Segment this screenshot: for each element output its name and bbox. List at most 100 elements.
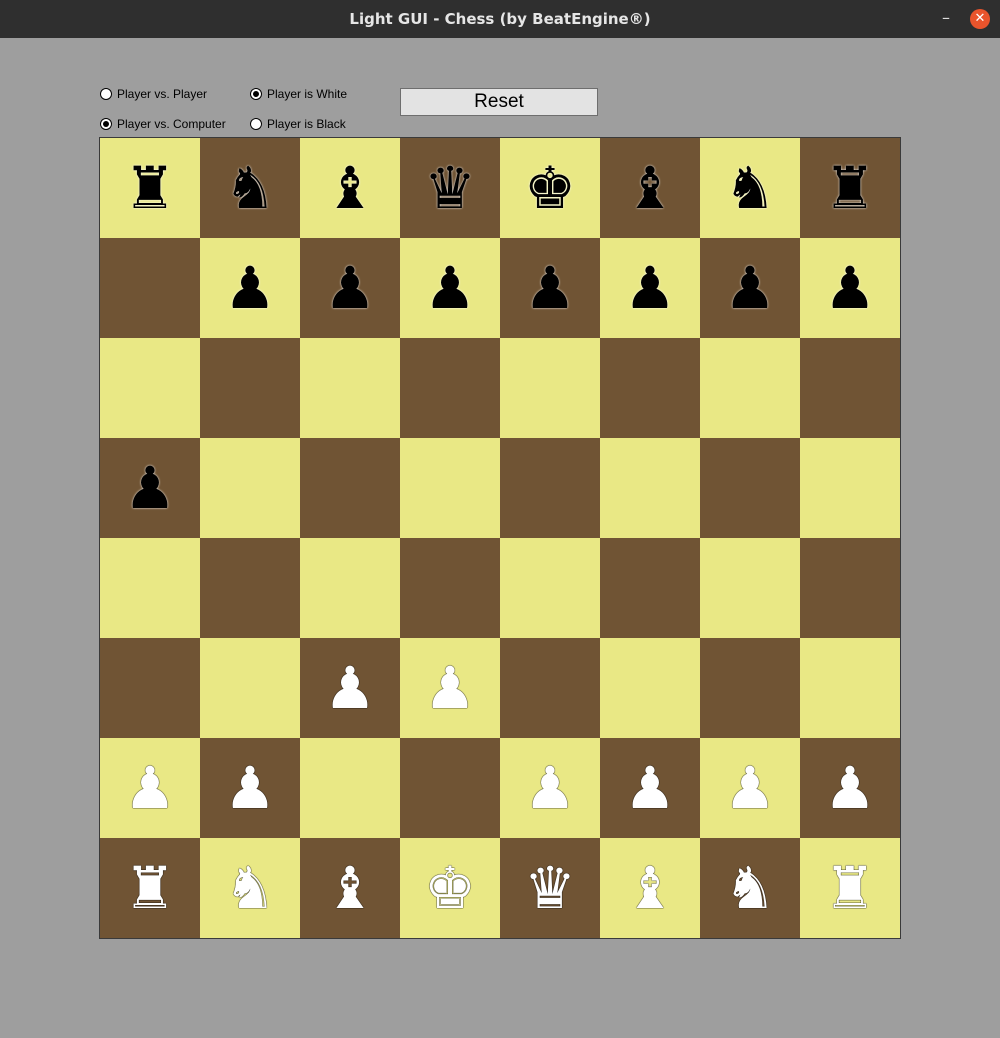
- minimize-icon[interactable]: –: [936, 9, 956, 29]
- white-pawn-icon[interactable]: ♟: [424, 659, 476, 717]
- square-b5[interactable]: [200, 438, 300, 538]
- square-h8[interactable]: ♜: [800, 138, 900, 238]
- square-f3[interactable]: [600, 638, 700, 738]
- square-e4[interactable]: [500, 538, 600, 638]
- white-bishop-icon[interactable]: ♝: [624, 859, 676, 917]
- black-pawn-icon[interactable]: ♟: [624, 259, 676, 317]
- square-b1[interactable]: ♞: [200, 838, 300, 938]
- square-b2[interactable]: ♟: [200, 738, 300, 838]
- square-c2[interactable]: [300, 738, 400, 838]
- square-b8[interactable]: ♞: [200, 138, 300, 238]
- square-e3[interactable]: [500, 638, 600, 738]
- square-h2[interactable]: ♟: [800, 738, 900, 838]
- square-d3[interactable]: ♟: [400, 638, 500, 738]
- square-h5[interactable]: [800, 438, 900, 538]
- black-bishop-icon[interactable]: ♝: [624, 159, 676, 217]
- square-c8[interactable]: ♝: [300, 138, 400, 238]
- white-pawn-icon[interactable]: ♟: [224, 759, 276, 817]
- square-d7[interactable]: ♟: [400, 238, 500, 338]
- square-f1[interactable]: ♝: [600, 838, 700, 938]
- square-d5[interactable]: [400, 438, 500, 538]
- white-king-icon[interactable]: ♚: [424, 859, 476, 917]
- square-a4[interactable]: [100, 538, 200, 638]
- square-e6[interactable]: [500, 338, 600, 438]
- square-g2[interactable]: ♟: [700, 738, 800, 838]
- square-h1[interactable]: ♜: [800, 838, 900, 938]
- square-g5[interactable]: [700, 438, 800, 538]
- square-e8[interactable]: ♚: [500, 138, 600, 238]
- square-a1[interactable]: ♜: [100, 838, 200, 938]
- black-pawn-icon[interactable]: ♟: [124, 459, 176, 517]
- radio-player-is-black[interactable]: Player is Black: [250, 117, 346, 131]
- square-h3[interactable]: [800, 638, 900, 738]
- square-f5[interactable]: [600, 438, 700, 538]
- square-d4[interactable]: [400, 538, 500, 638]
- square-b6[interactable]: [200, 338, 300, 438]
- white-pawn-icon[interactable]: ♟: [824, 759, 876, 817]
- square-e7[interactable]: ♟: [500, 238, 600, 338]
- square-g8[interactable]: ♞: [700, 138, 800, 238]
- radio-player-is-white[interactable]: Player is White: [250, 87, 347, 101]
- square-f6[interactable]: [600, 338, 700, 438]
- square-e5[interactable]: [500, 438, 600, 538]
- square-a8[interactable]: ♜: [100, 138, 200, 238]
- close-icon[interactable]: ✕: [970, 9, 990, 29]
- black-knight-icon[interactable]: ♞: [224, 159, 276, 217]
- black-queen-icon[interactable]: ♛: [424, 159, 476, 217]
- square-g1[interactable]: ♞: [700, 838, 800, 938]
- black-bishop-icon[interactable]: ♝: [324, 159, 376, 217]
- square-d2[interactable]: [400, 738, 500, 838]
- square-a6[interactable]: [100, 338, 200, 438]
- black-pawn-icon[interactable]: ♟: [224, 259, 276, 317]
- square-a2[interactable]: ♟: [100, 738, 200, 838]
- square-e1[interactable]: ♛: [500, 838, 600, 938]
- black-pawn-icon[interactable]: ♟: [524, 259, 576, 317]
- square-g4[interactable]: [700, 538, 800, 638]
- black-knight-icon[interactable]: ♞: [724, 159, 776, 217]
- square-a7[interactable]: [100, 238, 200, 338]
- black-pawn-icon[interactable]: ♟: [724, 259, 776, 317]
- square-c1[interactable]: ♝: [300, 838, 400, 938]
- square-h7[interactable]: ♟: [800, 238, 900, 338]
- square-h6[interactable]: [800, 338, 900, 438]
- square-g6[interactable]: [700, 338, 800, 438]
- square-c4[interactable]: [300, 538, 400, 638]
- white-rook-icon[interactable]: ♜: [824, 859, 876, 917]
- white-pawn-icon[interactable]: ♟: [524, 759, 576, 817]
- square-d8[interactable]: ♛: [400, 138, 500, 238]
- white-pawn-icon[interactable]: ♟: [324, 659, 376, 717]
- white-pawn-icon[interactable]: ♟: [124, 759, 176, 817]
- square-d1[interactable]: ♚: [400, 838, 500, 938]
- radio-player-vs-player[interactable]: Player vs. Player: [100, 87, 207, 101]
- black-rook-icon[interactable]: ♜: [124, 159, 176, 217]
- square-b7[interactable]: ♟: [200, 238, 300, 338]
- square-c7[interactable]: ♟: [300, 238, 400, 338]
- square-g7[interactable]: ♟: [700, 238, 800, 338]
- square-b3[interactable]: [200, 638, 300, 738]
- square-f2[interactable]: ♟: [600, 738, 700, 838]
- white-queen-icon[interactable]: ♛: [524, 859, 576, 917]
- square-a5[interactable]: ♟: [100, 438, 200, 538]
- square-e2[interactable]: ♟: [500, 738, 600, 838]
- square-f4[interactable]: [600, 538, 700, 638]
- black-pawn-icon[interactable]: ♟: [324, 259, 376, 317]
- square-f8[interactable]: ♝: [600, 138, 700, 238]
- square-d6[interactable]: [400, 338, 500, 438]
- black-pawn-icon[interactable]: ♟: [824, 259, 876, 317]
- reset-button[interactable]: Reset: [400, 88, 598, 116]
- square-b4[interactable]: [200, 538, 300, 638]
- black-pawn-icon[interactable]: ♟: [424, 259, 476, 317]
- white-knight-icon[interactable]: ♞: [724, 859, 776, 917]
- radio-player-vs-computer[interactable]: Player vs. Computer: [100, 117, 226, 131]
- black-king-icon[interactable]: ♚: [524, 159, 576, 217]
- square-c6[interactable]: [300, 338, 400, 438]
- square-c3[interactable]: ♟: [300, 638, 400, 738]
- square-a3[interactable]: [100, 638, 200, 738]
- square-g3[interactable]: [700, 638, 800, 738]
- white-bishop-icon[interactable]: ♝: [324, 859, 376, 917]
- white-pawn-icon[interactable]: ♟: [624, 759, 676, 817]
- white-rook-icon[interactable]: ♜: [124, 859, 176, 917]
- square-c5[interactable]: [300, 438, 400, 538]
- white-knight-icon[interactable]: ♞: [224, 859, 276, 917]
- black-rook-icon[interactable]: ♜: [824, 159, 876, 217]
